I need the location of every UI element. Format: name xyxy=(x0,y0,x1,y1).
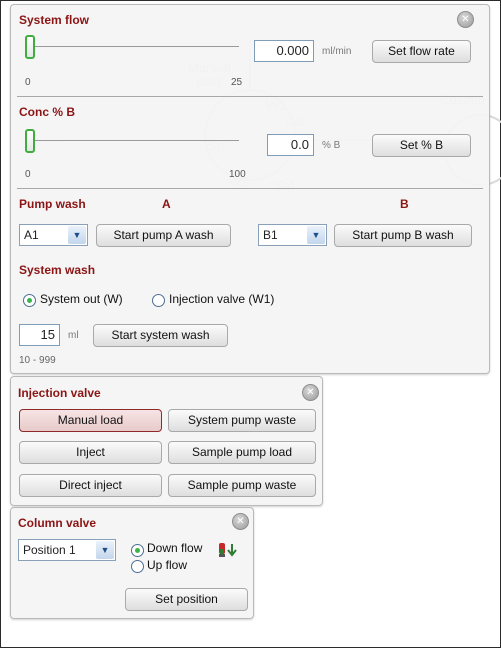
up-flow-radio[interactable] xyxy=(131,560,144,573)
system-pump-waste-button[interactable]: System pump waste xyxy=(168,409,316,432)
column-position-select[interactable]: Position 1 ▼ xyxy=(18,539,116,561)
injection-valve-radio[interactable] xyxy=(152,294,165,307)
inject-button[interactable]: Inject xyxy=(19,441,162,464)
system-out-radio[interactable] xyxy=(23,294,36,307)
conc-b-title: Conc % B xyxy=(19,105,76,119)
pump-b-select[interactable]: B1 ▼ xyxy=(258,224,327,246)
conc-b-input[interactable]: 0.0 xyxy=(267,134,314,156)
system-wash-title: System wash xyxy=(19,263,96,277)
column-valve-title: Column valve xyxy=(18,516,97,530)
up-flow-label[interactable]: Up flow xyxy=(147,558,187,572)
conc-slider-min: 0 xyxy=(25,169,31,180)
flow-rate-input[interactable]: 0.000 xyxy=(254,40,314,62)
divider xyxy=(17,96,483,97)
pump-b-select-value: B1 xyxy=(263,228,278,242)
pump-wash-title: Pump wash xyxy=(19,197,86,211)
set-position-button[interactable]: Set position xyxy=(125,588,248,611)
system-control-panel: System flow ✕ 0 25 0.000 ml/min Set flow… xyxy=(10,4,490,374)
close-icon[interactable]: ✕ xyxy=(232,513,249,530)
injection-valve-label[interactable]: Injection valve (W1) xyxy=(169,292,274,306)
flow-slider-thumb[interactable] xyxy=(25,35,35,59)
system-wash-volume-unit: ml xyxy=(68,330,79,341)
pump-a-select-value: A1 xyxy=(24,228,39,242)
close-icon[interactable]: ✕ xyxy=(457,11,474,28)
conc-slider-thumb[interactable] xyxy=(25,129,35,153)
system-wash-volume-input[interactable]: 15 xyxy=(19,324,60,346)
column-valve-panel: Column valve ✕ Position 1 ▼ Down flow Up… xyxy=(10,507,254,619)
sample-pump-waste-button[interactable]: Sample pump waste xyxy=(168,474,316,497)
down-flow-label[interactable]: Down flow xyxy=(147,541,202,555)
start-system-wash-button[interactable]: Start system wash xyxy=(93,324,228,347)
chevron-down-icon[interactable]: ▼ xyxy=(307,226,325,244)
injection-valve-panel: Injection valve ✕ Manual load System pum… xyxy=(10,376,323,506)
start-pump-a-wash-button[interactable]: Start pump A wash xyxy=(96,224,231,247)
chevron-down-icon[interactable]: ▼ xyxy=(68,226,86,244)
conc-slider-max: 100 xyxy=(229,169,246,180)
flow-direction-icon xyxy=(219,543,237,557)
pump-a-label: A xyxy=(162,197,171,211)
flow-slider-min: 0 xyxy=(25,77,31,88)
close-icon[interactable]: ✕ xyxy=(302,384,319,401)
down-flow-radio[interactable] xyxy=(131,544,144,557)
direct-inject-button[interactable]: Direct inject xyxy=(19,474,162,497)
conc-slider-track xyxy=(25,140,239,141)
sample-pump-load-button[interactable]: Sample pump load xyxy=(168,441,316,464)
system-flow-title: System flow xyxy=(19,13,90,27)
set-flow-rate-button[interactable]: Set flow rate xyxy=(372,40,471,63)
conc-b-unit: % B xyxy=(322,140,341,151)
start-pump-b-wash-button[interactable]: Start pump B wash xyxy=(334,224,472,247)
flow-slider-track xyxy=(25,46,239,47)
flow-slider-max: 25 xyxy=(231,77,243,88)
system-out-label[interactable]: System out (W) xyxy=(40,292,123,306)
column-position-value: Position 1 xyxy=(23,543,76,557)
pump-a-select[interactable]: A1 ▼ xyxy=(19,224,88,246)
system-wash-range: 10 - 999 xyxy=(19,355,56,366)
set-conc-b-button[interactable]: Set % B xyxy=(372,134,471,157)
flow-rate-unit: ml/min xyxy=(322,46,352,57)
chevron-down-icon[interactable]: ▼ xyxy=(96,541,114,559)
pump-b-label: B xyxy=(400,197,409,211)
manual-load-button[interactable]: Manual load xyxy=(19,409,162,432)
injection-valve-title: Injection valve xyxy=(18,386,101,400)
divider xyxy=(17,188,483,189)
